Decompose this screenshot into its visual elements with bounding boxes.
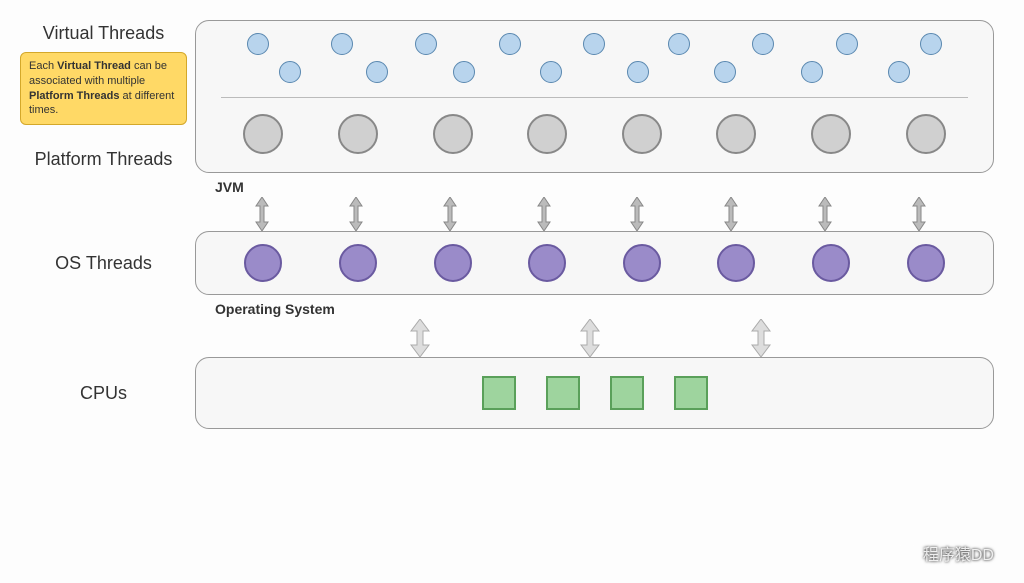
platform-thread-circle [622,114,662,154]
os-to-cpu-arrows [215,319,966,357]
virtual-threads-row-1 [216,33,973,55]
cpus-box [195,357,994,429]
double-arrow-icon [749,319,773,357]
wechat-icon [897,543,917,563]
os-thread-circle [717,244,755,282]
jvm-box [195,20,994,173]
double-arrow-icon [628,197,646,231]
watermark-text: 程序猿DD [923,541,994,565]
jvm-sublabel: JVM [215,179,994,195]
platform-thread-circle [433,114,473,154]
os-threads-label: OS Threads [20,253,187,274]
watermark: 程序猿DD [897,541,994,565]
virtual-thread-circle [366,61,388,83]
os-thread-circle [528,244,566,282]
double-arrow-icon [441,197,459,231]
virtual-thread-circle [583,33,605,55]
virtual-thread-circle [331,33,353,55]
double-arrow-icon [722,197,740,231]
virtual-thread-circle [836,33,858,55]
virtual-thread-circle [453,61,475,83]
platform-threads-row [216,114,973,154]
os-sublabel: Operating System [215,301,994,317]
cpu-square [546,376,580,410]
platform-thread-circle [906,114,946,154]
os-thread-circle [623,244,661,282]
os-thread-circle [244,244,282,282]
cpus-label: CPUs [20,383,187,404]
virtual-threads-label: Virtual Threads [43,23,164,44]
platform-thread-circle [338,114,378,154]
double-arrow-icon [347,197,365,231]
double-arrow-icon [535,197,553,231]
platform-threads-label: Platform Threads [35,149,173,170]
jvm-divider [221,97,968,98]
jvm-to-os-arrows [215,197,966,231]
cpus-row [216,370,973,416]
platform-thread-circle [716,114,756,154]
virtual-threads-row-2 [216,61,973,83]
virtual-thread-circle [920,33,942,55]
os-thread-circle [339,244,377,282]
platform-thread-circle [527,114,567,154]
virtual-thread-circle [888,61,910,83]
explanation-note: Each Virtual Thread can be associated wi… [20,52,187,125]
virtual-thread-circle [540,61,562,83]
double-arrow-icon [578,319,602,357]
os-thread-circle [907,244,945,282]
os-threads-box [195,231,994,295]
os-threads-row [216,244,973,282]
virtual-thread-circle [752,33,774,55]
platform-thread-circle [243,114,283,154]
os-thread-circle [812,244,850,282]
double-arrow-icon [910,197,928,231]
thread-architecture-diagram: Virtual Threads Each Virtual Thread can … [0,0,1024,445]
virtual-thread-circle [247,33,269,55]
virtual-thread-circle [668,33,690,55]
virtual-thread-circle [627,61,649,83]
os-thread-circle [434,244,472,282]
virtual-thread-circle [415,33,437,55]
virtual-thread-circle [499,33,521,55]
double-arrow-icon [816,197,834,231]
cpu-square [482,376,516,410]
double-arrow-icon [253,197,271,231]
cpu-square [610,376,644,410]
virtual-thread-circle [279,61,301,83]
double-arrow-icon [408,319,432,357]
virtual-thread-circle [801,61,823,83]
platform-thread-circle [811,114,851,154]
virtual-thread-circle [714,61,736,83]
cpu-square [674,376,708,410]
